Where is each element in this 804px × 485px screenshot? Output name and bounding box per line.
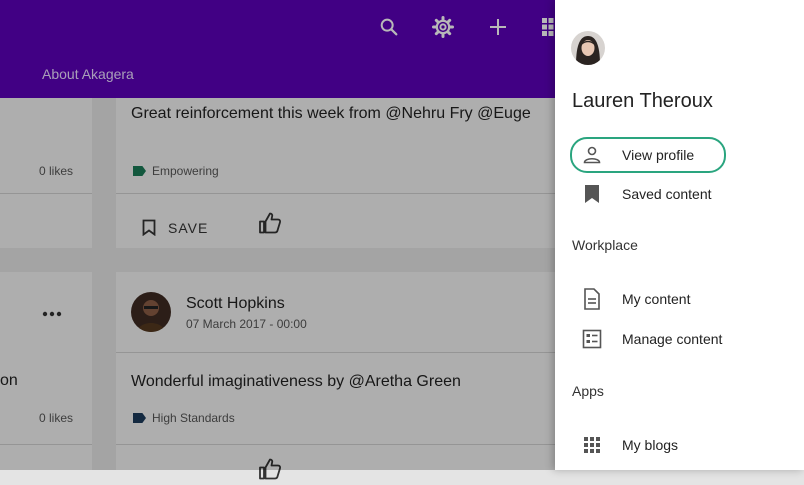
- drawer-item-label: My content: [622, 291, 691, 307]
- drawer-backdrop[interactable]: [0, 0, 555, 470]
- section-title-apps: Apps: [572, 383, 604, 399]
- user-name: Lauren Theroux: [572, 90, 713, 112]
- section-title-workplace: Workplace: [572, 237, 638, 253]
- drawer-item-label: Manage content: [622, 331, 723, 347]
- drawer-item-view-profile[interactable]: View profile: [572, 138, 694, 172]
- bookmark-icon: [580, 182, 604, 206]
- drawer-item-label: My blogs: [622, 437, 679, 453]
- person-icon: [580, 143, 604, 167]
- document-icon: [580, 287, 604, 311]
- drawer-item-manage-content[interactable]: Manage content: [572, 322, 722, 356]
- user-drawer: Lauren Theroux View profile Saved conten…: [555, 0, 804, 470]
- drawer-item-label: View profile: [622, 147, 695, 163]
- user-avatar[interactable]: [571, 31, 605, 65]
- drawer-item-saved-content[interactable]: Saved content: [572, 177, 712, 211]
- drawer-item-label: Saved content: [622, 186, 712, 202]
- drawer-item-my-content[interactable]: My content: [572, 282, 690, 316]
- drawer-item-my-blogs[interactable]: My blogs: [572, 428, 678, 462]
- apps-grid-icon: [580, 433, 604, 457]
- manage-list-icon: [580, 327, 604, 351]
